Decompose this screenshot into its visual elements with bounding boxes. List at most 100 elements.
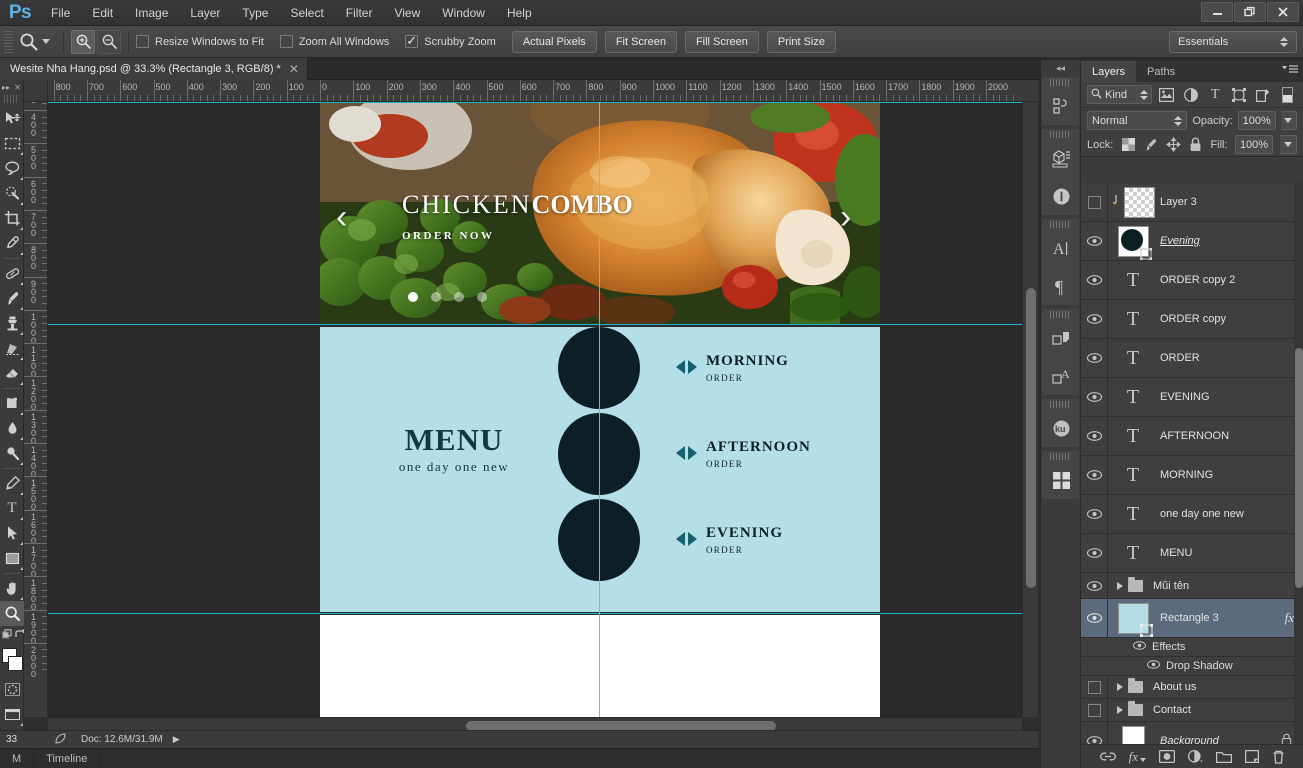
layer-visibility-toggle[interactable]: [1081, 183, 1108, 221]
zoom-all-windows-checkbox[interactable]: Zoom All Windows: [279, 35, 389, 48]
dock-gripper[interactable]: [1050, 453, 1071, 460]
scrollbar-thumb[interactable]: [1026, 288, 1036, 588]
chevron-right-icon[interactable]: [1117, 706, 1123, 714]
history-brush-tool[interactable]: [0, 336, 24, 361]
layer-visibility-toggle[interactable]: [1081, 222, 1108, 260]
workspace-switcher[interactable]: Essentials: [1169, 31, 1297, 53]
lock-image-pixels-icon[interactable]: [1143, 137, 1159, 153]
layer-comps-panel-icon[interactable]: [1042, 319, 1080, 357]
dodge-tool[interactable]: [0, 441, 24, 466]
chevron-right-icon[interactable]: [1117, 683, 1123, 691]
toolbox-gripper[interactable]: [4, 95, 19, 103]
type-filter-icon[interactable]: T: [1206, 85, 1225, 105]
close-icon[interactable]: ✕: [14, 83, 21, 92]
layer-name[interactable]: About us: [1143, 681, 1303, 693]
layer-thumbnail[interactable]: [1117, 225, 1152, 260]
scrollbar-thumb[interactable]: [1295, 348, 1303, 588]
layer-row-morning[interactable]: T MORNING: [1081, 456, 1303, 495]
layer-effect-drop-shadow-row[interactable]: Drop Shadow: [1081, 657, 1303, 676]
bottom-tab-mini-bridge[interactable]: M: [0, 748, 35, 768]
layer-name[interactable]: ORDER copy 2: [1158, 274, 1303, 286]
screen-mode-toggle[interactable]: [0, 702, 24, 727]
layer-visibility-toggle[interactable]: [1081, 378, 1108, 416]
shape-filter-icon[interactable]: [1230, 85, 1249, 105]
move-tool[interactable]: [0, 106, 24, 131]
layer-row-layer-3[interactable]: Layer 3: [1081, 183, 1303, 222]
tab-layers[interactable]: Layers: [1081, 61, 1137, 82]
options-bar-gripper[interactable]: [4, 30, 13, 53]
menu-filter[interactable]: Filter: [335, 0, 384, 26]
dock-gripper[interactable]: [1050, 79, 1071, 86]
edit-toolbar-icon[interactable]: [2, 629, 15, 643]
next-slide-arrow-icon[interactable]: ›: [840, 198, 851, 237]
filter-kind-select[interactable]: Kind: [1087, 85, 1153, 104]
layer-name[interactable]: MORNING: [1158, 469, 1303, 481]
layer-list[interactable]: Layer 3 Evening T ORDER copy 2 T ORDER c…: [1081, 183, 1303, 768]
layer-name[interactable]: EVENING: [1158, 391, 1303, 403]
lock-position-icon[interactable]: [1165, 137, 1181, 153]
fit-screen-button[interactable]: Fit Screen: [604, 30, 677, 53]
layer-visibility-toggle[interactable]: [1081, 573, 1108, 598]
adjustment-filter-icon[interactable]: [1181, 85, 1200, 105]
layer-visibility-toggle[interactable]: [1081, 676, 1108, 698]
rectangular-marquee-tool[interactable]: [0, 131, 24, 156]
opacity-value[interactable]: 100%: [1237, 111, 1276, 130]
close-icon[interactable]: ✕: [289, 62, 299, 76]
slider-dot[interactable]: [477, 292, 487, 302]
lock-transparent-pixels-icon[interactable]: [1120, 137, 1136, 153]
menu-type[interactable]: Type: [231, 0, 279, 26]
lock-all-icon[interactable]: [1188, 137, 1204, 153]
new-group-button[interactable]: [1216, 750, 1233, 763]
hand-tool[interactable]: [0, 576, 24, 601]
minimize-button[interactable]: [1201, 2, 1233, 22]
print-size-button[interactable]: Print Size: [766, 30, 836, 53]
delete-layer-button[interactable]: [1272, 750, 1285, 764]
layer-visibility-toggle[interactable]: [1081, 456, 1108, 494]
layer-name[interactable]: ORDER copy: [1158, 313, 1303, 325]
layer-row-about-us-group[interactable]: About us: [1081, 676, 1303, 699]
prev-slide-arrow-icon[interactable]: ‹: [336, 198, 347, 237]
menu-file[interactable]: File: [40, 0, 81, 26]
gradient-tool[interactable]: [0, 391, 24, 416]
lasso-tool[interactable]: [0, 156, 24, 181]
layer-visibility-toggle[interactable]: [1081, 339, 1108, 377]
path-selection-tool[interactable]: [0, 521, 24, 546]
layer-list-scrollbar[interactable]: [1294, 183, 1303, 768]
info-panel-icon[interactable]: [1042, 177, 1080, 215]
hero-banner[interactable]: ‹ › CHICKENCOMBO ORDER NOW: [320, 102, 880, 324]
layer-effects-header-row[interactable]: Effects: [1081, 638, 1303, 657]
clone-stamp-tool[interactable]: [0, 311, 24, 336]
current-tool-indicator[interactable]: [18, 31, 50, 53]
layer-visibility-toggle[interactable]: [1081, 495, 1108, 533]
menu-image[interactable]: Image: [124, 0, 179, 26]
panel-menu-icon[interactable]: [1282, 65, 1298, 78]
eraser-tool[interactable]: [0, 361, 24, 386]
bottom-tab-timeline[interactable]: Timeline: [34, 748, 101, 768]
layer-row-contact-group[interactable]: Contact: [1081, 699, 1303, 722]
slider-dots[interactable]: [408, 292, 487, 302]
pixel-filter-icon[interactable]: [1157, 85, 1176, 105]
background-color-swatch[interactable]: [8, 656, 23, 671]
menu-row-afternoon[interactable]: AFTERNOON ORDER: [558, 413, 878, 499]
layer-name[interactable]: Contact: [1143, 704, 1303, 716]
styles-panel-icon[interactable]: A: [1042, 357, 1080, 395]
slider-dot[interactable]: [408, 292, 418, 302]
layer-name[interactable]: Layer 3: [1158, 196, 1303, 208]
layer-visibility-toggle[interactable]: [1081, 417, 1108, 455]
history-panel-icon[interactable]: [1042, 87, 1080, 125]
resize-windows-to-fit-checkbox[interactable]: Resize Windows to Fit: [136, 35, 264, 48]
opacity-slider-toggle[interactable]: [1280, 111, 1297, 130]
eye-icon[interactable]: [1132, 641, 1147, 653]
slider-dot[interactable]: [431, 292, 441, 302]
zoom-in-button[interactable]: [71, 29, 95, 54]
menu-help[interactable]: Help: [496, 0, 543, 26]
menu-select[interactable]: Select: [279, 0, 334, 26]
layer-visibility-toggle[interactable]: [1081, 534, 1108, 572]
group-header[interactable]: [1108, 701, 1143, 716]
artboard[interactable]: ‹ › CHICKENCOMBO ORDER NOW MENU one day …: [320, 102, 880, 717]
zoom-level-field[interactable]: 33: [0, 734, 54, 745]
chevron-right-icon[interactable]: [1117, 581, 1123, 590]
quick-selection-tool[interactable]: [0, 181, 24, 206]
layer-row-menu[interactable]: T MENU: [1081, 534, 1303, 573]
layer-row-order-copy-2[interactable]: T ORDER copy 2: [1081, 261, 1303, 300]
